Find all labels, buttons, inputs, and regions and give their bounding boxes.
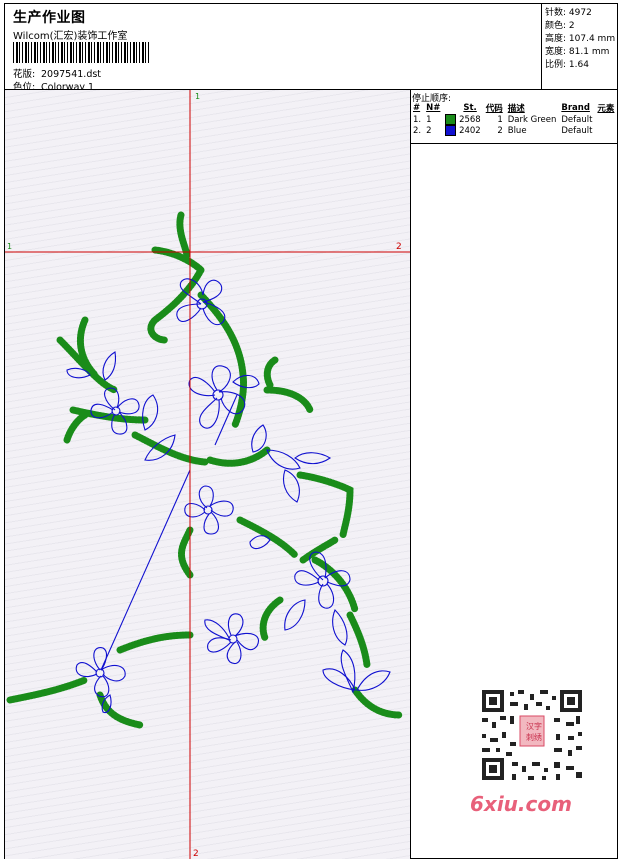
design-canvas[interactable]: 1 1 2 2 (5, 90, 411, 859)
table-row[interactable]: 2. 2 2402 2 Blue Default (411, 125, 617, 136)
axis-right-label: 2 (396, 242, 402, 252)
green-thread-stitches (6, 211, 404, 729)
stat-scale: 比例: 1.64 (545, 60, 589, 70)
pattern-info: 花版: 2097541.dst (13, 66, 101, 80)
stat-colors: 颜色: 2 (545, 21, 575, 31)
company-name: Wilcom(汇宏)装饰工作室 (13, 31, 128, 42)
col-element: 元素 (597, 104, 615, 114)
table-divider (410, 143, 618, 144)
sheet-title: 生产作业图 (13, 10, 86, 26)
stat-width: 宽度: 81.1 mm (545, 47, 610, 57)
site-logo: 6xiu.com (470, 792, 572, 816)
sheet-header: 生产作业图 Wilcom(汇宏)装饰工作室 花版: 2097541.dst 色位:… (10, 7, 545, 93)
row-desc: Dark Green (507, 114, 557, 125)
axis-top-label: 1 (195, 92, 200, 101)
col-n: N# (426, 103, 441, 113)
stats-panel: 针数: 4972 颜色: 2 高度: 107.4 mm 宽度: 81.1 mm … (541, 4, 620, 90)
col-brand: Brand (561, 103, 590, 113)
axis-left-label: 1 (7, 242, 12, 251)
col-code: 代码 (485, 104, 503, 114)
row-code: 2 (497, 125, 503, 136)
embroidery-preview: 1 1 2 2 (5, 90, 410, 859)
crosshair (5, 90, 410, 859)
qr-code: 汉字 刺绣 (476, 686, 588, 784)
color-swatch (445, 114, 457, 125)
row-st: 2568 (459, 115, 481, 125)
stat-stitches: 针数: 4972 (545, 8, 592, 18)
svg-text:刺绣: 刺绣 (526, 732, 542, 742)
table-row[interactable]: 1. 1 2568 1 Dark Green Default (411, 114, 617, 125)
row-brand: Default (561, 125, 593, 136)
table-header-row: # N# St. 代码 描述 Brand 元素 (411, 102, 617, 114)
row-brand: Default (561, 114, 593, 125)
barcode (13, 42, 151, 63)
production-sheet: 生产作业图 Wilcom(汇宏)装饰工作室 花版: 2097541.dst 色位:… (4, 3, 618, 859)
row-n: 1 (426, 114, 432, 125)
col-st: St. (463, 103, 477, 113)
stop-sequence-table: # N# St. 代码 描述 Brand 元素 1. 1 2568 1 Dark… (411, 102, 617, 136)
axis-bottom-label: 2 (193, 849, 199, 859)
row-desc: Blue (507, 125, 527, 136)
blue-thread-stitches (66, 278, 391, 714)
row-code: 1 (497, 114, 503, 125)
stat-height: 高度: 107.4 mm (545, 34, 616, 44)
row-index: 2. (413, 125, 422, 136)
stop-sequence-panel: 停止顺序: # N# St. 代码 描述 Brand 元素 1. 1 2568 (410, 90, 618, 859)
row-n: 2 (426, 125, 432, 136)
pattern-label: 花版: (13, 69, 36, 80)
col-desc: 描述 (507, 104, 525, 114)
watermark-stamp: 汉字 (526, 721, 542, 731)
row-st: 2402 (459, 126, 481, 136)
row-index: 1. (413, 114, 422, 125)
col-index: # (413, 103, 421, 113)
color-swatch (445, 125, 457, 136)
